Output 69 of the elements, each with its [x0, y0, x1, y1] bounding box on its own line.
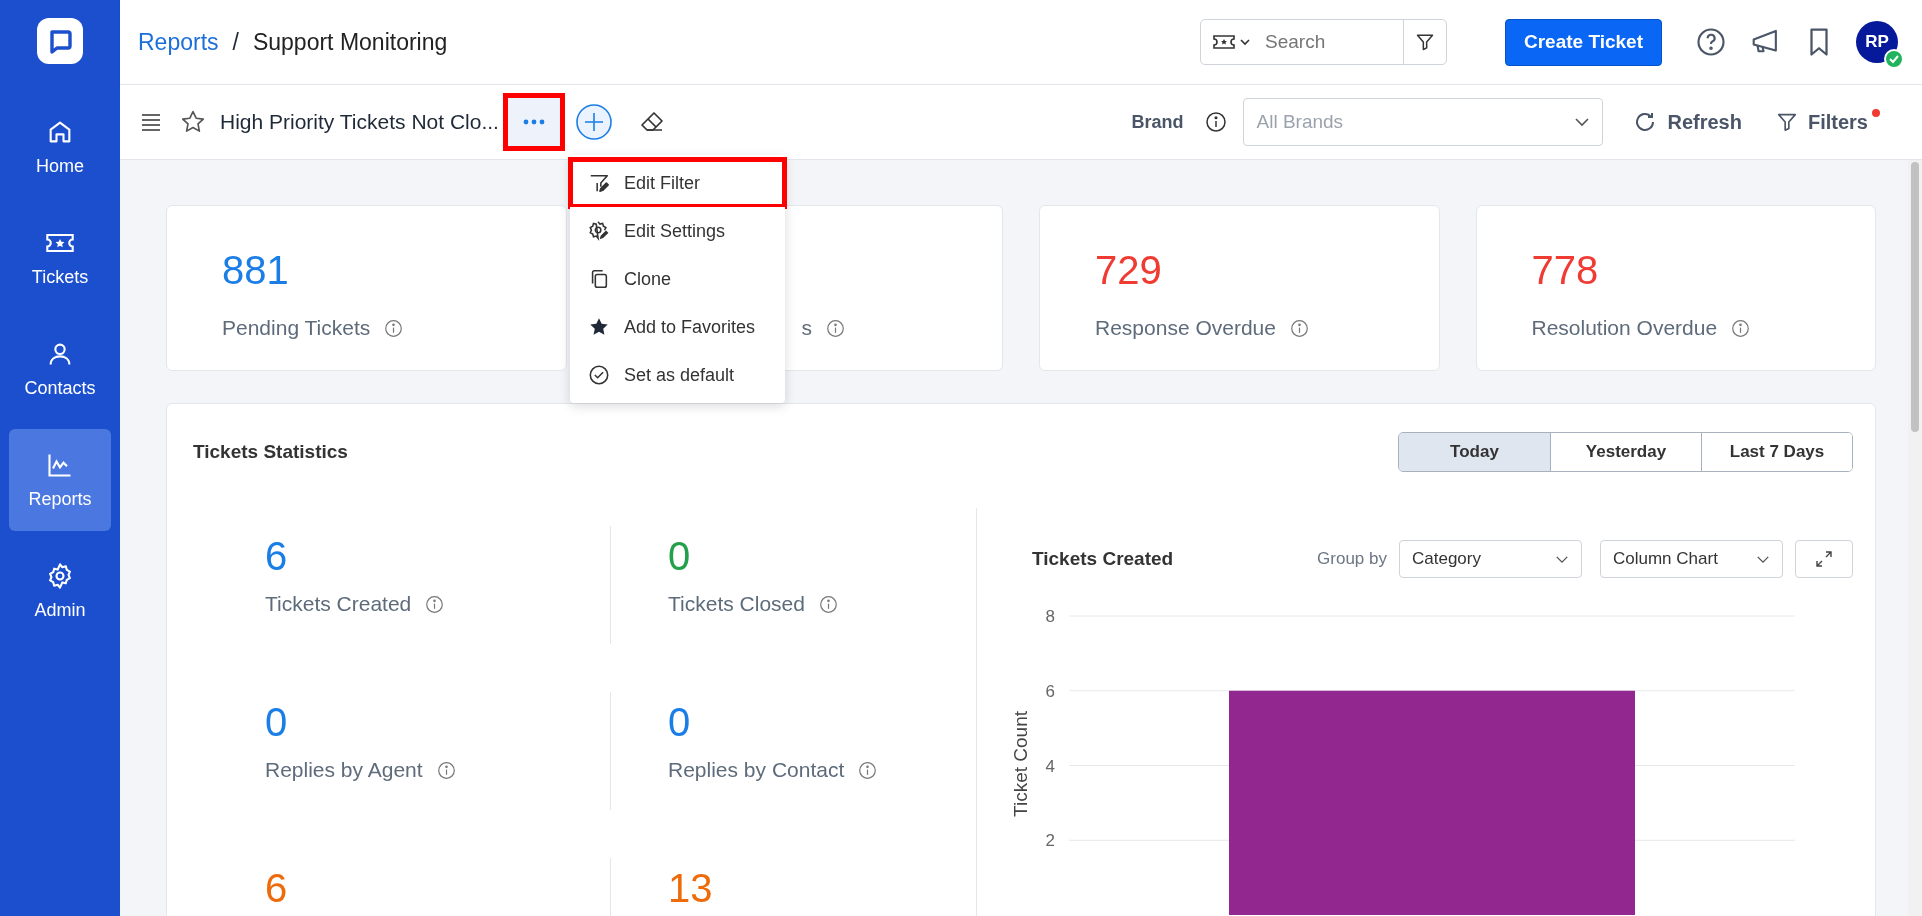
stat-value: 0	[265, 699, 288, 746]
metric-label: s	[801, 316, 812, 340]
sidebar-item[interactable]: Home	[9, 96, 111, 198]
stat-label: Replies by Agent	[265, 758, 423, 782]
eraser-icon[interactable]	[638, 110, 665, 134]
y-axis-tick: 2	[1045, 831, 1055, 851]
more-dots-icon	[522, 119, 545, 125]
menu-item[interactable]: Edit Settings	[570, 207, 785, 255]
info-icon[interactable]	[1205, 111, 1228, 133]
filter-icon	[1775, 111, 1798, 133]
add-icon[interactable]	[574, 103, 613, 141]
search-field[interactable]: Search	[1200, 19, 1447, 65]
breadcrumb-separator: /	[232, 28, 239, 56]
expand-icon	[1815, 550, 1833, 568]
report-title: High Priority Tickets Not Clo...	[220, 110, 499, 134]
stat-label: Tickets Closed	[668, 592, 805, 616]
stat-label: Tickets Created	[265, 592, 412, 616]
y-axis-title: Ticket Count	[1010, 711, 1031, 817]
stat-value: 0	[668, 533, 691, 580]
stat-value: 13	[668, 865, 713, 912]
stat-value: 6	[265, 865, 288, 912]
gear-edit-icon	[588, 220, 610, 242]
stat-label: Replies by Contact	[668, 758, 845, 782]
ticket-type-icon	[1213, 33, 1253, 51]
menu-item[interactable]: Clone	[570, 255, 785, 303]
date-range-tab[interactable]: Last 7 Days	[1701, 433, 1852, 471]
panel-title: Tickets Statistics	[193, 441, 348, 463]
y-axis-tick: 6	[1045, 681, 1055, 701]
sidebar-item[interactable]: Reports	[9, 429, 111, 531]
menu-icon[interactable]	[140, 112, 162, 132]
chevron-down-icon	[1555, 554, 1569, 564]
group-by-dropdown[interactable]: Category	[1399, 540, 1582, 578]
stat-value: 0	[668, 699, 691, 746]
menu-item[interactable]: Set as default	[570, 351, 785, 399]
sidebar-item[interactable]: Admin	[9, 540, 111, 642]
stat-value: 6	[265, 533, 288, 580]
filter-icon[interactable]	[1415, 32, 1435, 52]
chevron-down-icon	[1574, 117, 1591, 127]
chart-title: Tickets Created	[1032, 548, 1174, 570]
group-by-label: Group by	[1317, 549, 1387, 569]
y-axis-tick: 4	[1045, 756, 1055, 776]
create-ticket-button[interactable]: Create Ticket	[1505, 18, 1662, 66]
metric-label: Pending Tickets	[222, 316, 371, 340]
sidebar-item[interactable]: Contacts	[9, 318, 111, 420]
settings-icon	[46, 561, 74, 590]
filter-edit-icon	[588, 172, 610, 194]
chart-type-dropdown[interactable]: Column Chart	[1600, 540, 1783, 578]
help-icon[interactable]	[1696, 27, 1726, 57]
breadcrumb-current: Support Monitoring	[252, 28, 448, 56]
app-logo[interactable]	[37, 18, 83, 64]
scrollbar[interactable]	[1908, 160, 1922, 916]
chevron-down-icon	[1756, 554, 1770, 564]
menu-item[interactable]: Add to Favorites	[570, 303, 785, 351]
filters-button[interactable]: Filters	[1771, 106, 1882, 138]
date-range-tab[interactable]: Today	[1399, 433, 1550, 471]
metric-value: 778	[1531, 247, 1599, 294]
metric-value: 881	[222, 247, 289, 294]
metric-label: Response Overdue	[1095, 316, 1276, 340]
brand-label: Brand	[1131, 111, 1184, 133]
metric-value: 729	[1095, 247, 1162, 294]
menu-item[interactable]: Edit Filter	[570, 159, 785, 207]
refresh-button[interactable]: Refresh	[1629, 106, 1746, 138]
check-circle-icon	[588, 364, 610, 386]
star-icon[interactable]	[180, 109, 206, 135]
sidebar-item[interactable]: Tickets	[9, 207, 111, 309]
expand-button[interactable]	[1795, 540, 1853, 578]
metric-label: Resolution Overdue	[1531, 316, 1718, 340]
breadcrumb-link[interactable]: Reports	[138, 28, 219, 56]
y-axis-tick: 8	[1045, 607, 1055, 626]
